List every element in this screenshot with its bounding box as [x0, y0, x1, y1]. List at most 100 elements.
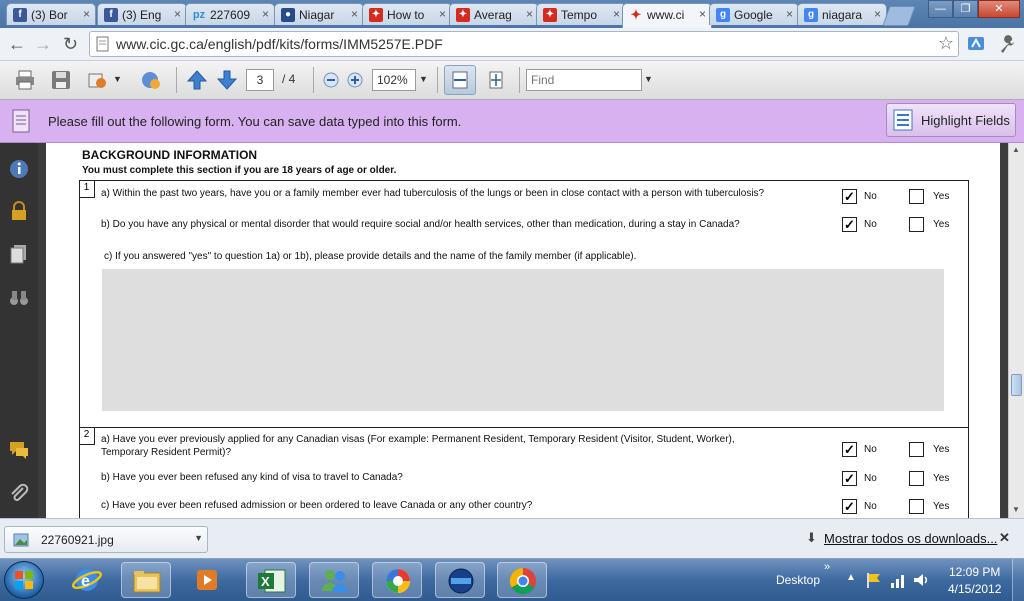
fit-page-icon[interactable] [485, 69, 507, 91]
network-signal-icon[interactable] [889, 571, 907, 589]
taskbar-chrome[interactable] [497, 562, 547, 598]
browser-tab[interactable]: ✦ How to × [362, 3, 452, 25]
previous-page-arrow-icon[interactable] [186, 69, 208, 91]
scroll-up-arrow-icon[interactable]: ▲ [1012, 145, 1020, 154]
question-2a-yes-checkbox[interactable] [909, 442, 924, 457]
badge-icon: ● [281, 8, 295, 22]
close-tab-icon[interactable]: × [613, 7, 620, 21]
pages-icon[interactable] [8, 243, 30, 265]
start-button[interactable] [4, 561, 44, 599]
section-2-number: 2 [83, 429, 90, 440]
question-2b-yes-checkbox[interactable] [909, 471, 924, 486]
save-icon[interactable] [50, 69, 72, 91]
close-tab-icon[interactable]: × [699, 7, 706, 21]
browser-tab[interactable]: ✦ www.ci × [622, 3, 712, 28]
maximize-button[interactable]: ❐ [953, 0, 978, 18]
close-window-button[interactable]: ✕ [978, 0, 1020, 18]
taskbar-network-app[interactable] [435, 562, 485, 598]
section-1-number: 1 [83, 182, 90, 193]
taskbar-excel[interactable]: X [246, 562, 296, 598]
browser-tab[interactable]: f (3) Eng × [97, 3, 187, 25]
question-1b-no-checkbox[interactable]: ✓ [842, 217, 857, 232]
back-arrow-icon[interactable]: ← [8, 34, 26, 55]
taskbar-messenger[interactable] [309, 562, 359, 598]
zoom-level-input[interactable] [372, 69, 416, 91]
question-1b-yes-checkbox[interactable] [909, 217, 924, 232]
question-2c-no-checkbox[interactable]: ✓ [842, 499, 857, 514]
download-item[interactable]: 22760921.jpg ▼ [4, 526, 208, 553]
close-tab-icon[interactable]: × [874, 7, 881, 21]
share-icon[interactable] [86, 69, 108, 91]
question-1a-no-checkbox[interactable]: ✓ [842, 189, 857, 204]
new-tab-button[interactable] [882, 6, 916, 26]
wrench-icon[interactable] [997, 34, 1017, 54]
toolbar-expand-chevron-icon[interactable]: » [824, 561, 830, 573]
desktop-toolbar-label[interactable]: Desktop [776, 573, 820, 587]
show-all-downloads-link[interactable]: Mostrar todos os downloads... [824, 531, 997, 546]
zoom-in-icon[interactable] [344, 69, 366, 91]
address-bar[interactable]: www.cic.gc.ca/english/pdf/kits/forms/IMM… [89, 31, 959, 57]
close-tab-icon[interactable]: × [83, 7, 90, 21]
settings-gear-icon[interactable] [140, 69, 162, 91]
tab-title: 227609 [210, 8, 251, 22]
highlight-fields-button[interactable]: Highlight Fields [886, 103, 1016, 137]
lock-icon[interactable] [8, 200, 30, 222]
bookmark-star-icon[interactable]: ☆ [938, 33, 954, 54]
info-icon[interactable] [8, 158, 30, 180]
volume-speaker-icon[interactable] [912, 571, 930, 589]
scroll-down-arrow-icon[interactable]: ▼ [1012, 505, 1020, 514]
close-download-shelf-icon[interactable]: ✕ [999, 530, 1010, 546]
browser-tab[interactable]: ✦ Tempo × [536, 3, 626, 25]
browser-tab[interactable]: pz 227609 × [185, 3, 275, 25]
close-tab-icon[interactable]: × [526, 7, 533, 21]
browser-tab[interactable]: f (3) Bor × [6, 3, 96, 25]
clock-time[interactable]: 12:09 PM [949, 565, 1000, 579]
attachment-paperclip-icon[interactable] [8, 482, 30, 504]
zoom-out-icon[interactable] [320, 69, 342, 91]
question-2c-yes-checkbox[interactable] [909, 499, 924, 514]
minimize-button[interactable]: — [928, 0, 953, 18]
share-dropdown-chevron-icon[interactable]: ▼ [113, 74, 122, 84]
translate-icon[interactable] [966, 34, 986, 54]
reload-icon[interactable]: ↻ [63, 34, 78, 55]
taskbar-media-player[interactable] [184, 562, 234, 598]
question-2a-no-checkbox[interactable]: ✓ [842, 442, 857, 457]
close-tab-icon[interactable]: × [351, 7, 358, 21]
scrollbar-thumb[interactable] [1011, 374, 1022, 396]
taskbar-picasa[interactable] [372, 562, 422, 598]
image-file-icon [13, 533, 29, 547]
close-tab-icon[interactable]: × [174, 7, 181, 21]
binoculars-icon[interactable] [8, 286, 30, 308]
comments-icon[interactable] [8, 439, 30, 461]
next-page-arrow-icon[interactable] [216, 69, 238, 91]
find-dropdown-chevron-icon[interactable]: ▼ [644, 74, 653, 84]
chrome-icon [509, 567, 536, 595]
browser-tab[interactable]: g Google × [709, 3, 799, 25]
excel-icon: X [258, 569, 286, 593]
show-desktop-button[interactable] [1012, 559, 1024, 601]
forward-arrow-icon[interactable]: → [34, 34, 52, 55]
question-2b-no-checkbox[interactable]: ✓ [842, 471, 857, 486]
close-tab-icon[interactable]: × [439, 7, 446, 21]
browser-tab[interactable]: ● Niagar × [274, 3, 364, 25]
question-1a-yes-checkbox[interactable] [909, 189, 924, 204]
print-icon[interactable] [14, 69, 36, 91]
zoom-dropdown-chevron-icon[interactable]: ▼ [419, 74, 428, 84]
close-tab-icon[interactable]: × [786, 7, 793, 21]
find-input[interactable] [526, 69, 642, 91]
vertical-scrollbar[interactable]: ▲ ▼ [1008, 143, 1024, 518]
action-center-flag-icon[interactable] [865, 571, 883, 589]
browser-tab[interactable]: ✦ Averag × [449, 3, 539, 25]
taskbar-file-explorer[interactable] [121, 562, 171, 598]
url-text: www.cic.gc.ca/english/pdf/kits/forms/IMM… [116, 36, 443, 52]
download-menu-chevron-icon[interactable]: ▼ [194, 533, 203, 543]
fit-width-button[interactable] [444, 65, 476, 95]
pdf-toolbar: ▼ / 4 ▼ ▼ [0, 61, 1024, 100]
page-number-input[interactable] [246, 69, 274, 91]
browser-tab[interactable]: g niagara × [797, 3, 887, 25]
show-hidden-icons-arrow-icon[interactable]: ▲ [846, 572, 856, 583]
close-tab-icon[interactable]: × [262, 7, 269, 21]
clock-date[interactable]: 4/15/2012 [948, 582, 1001, 596]
question-1c-details-textarea[interactable] [102, 269, 944, 411]
taskbar-internet-explorer[interactable]: e [62, 562, 112, 598]
